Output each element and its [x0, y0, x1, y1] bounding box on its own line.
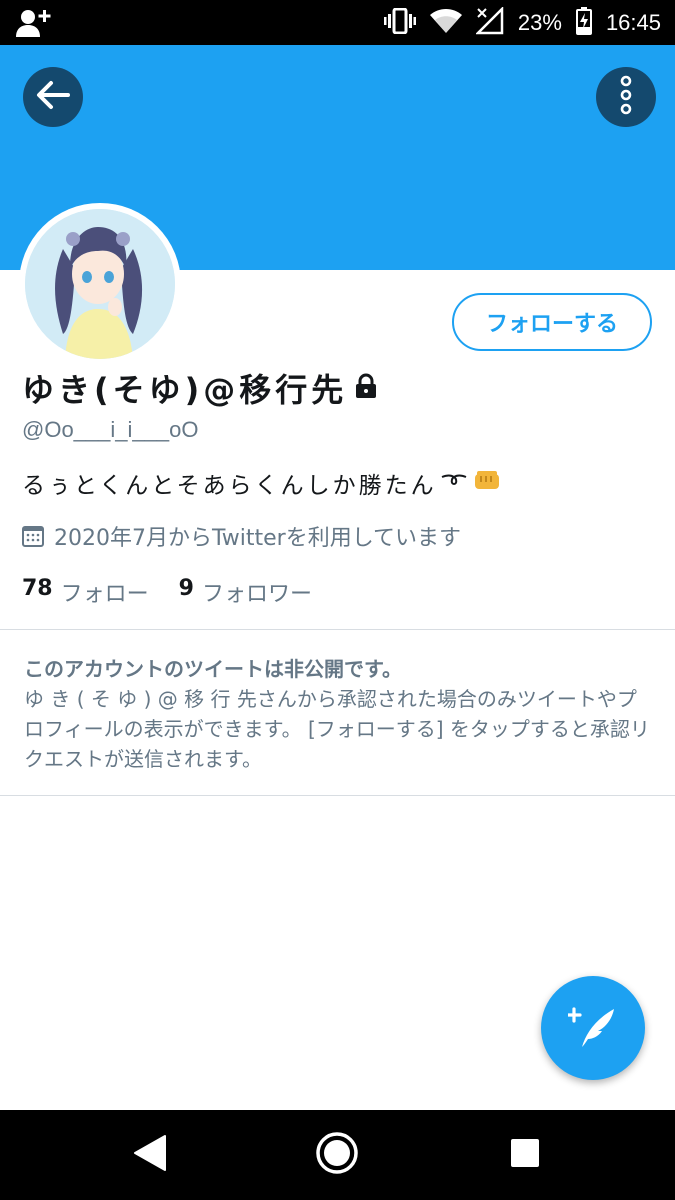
home-circle-icon: [315, 1131, 359, 1179]
private-notice-title: このアカウントのツイートは非公開です。: [24, 657, 402, 681]
back-button[interactable]: [23, 67, 83, 127]
clock: 16:45: [605, 9, 661, 35]
calendar-icon: [22, 526, 44, 547]
bio: るぅとくんとそあらくんしか勝たん: [22, 466, 501, 500]
compose-tweet-icon: [566, 1003, 618, 1053]
nav-recents-button[interactable]: [480, 1110, 570, 1200]
followers-link[interactable]: 9 フォロワー: [179, 576, 312, 608]
nav-home-button[interactable]: [292, 1110, 382, 1200]
battery-charging-icon: [575, 6, 592, 39]
display-name: ゆき(そゆ)@移行先: [22, 365, 379, 411]
vibrate-icon: [383, 7, 416, 38]
handle: @Oo___i_i___oO: [22, 417, 199, 442]
display-name-text: ゆき(そゆ)@移行先: [22, 371, 348, 409]
recents-square-icon: [510, 1138, 540, 1172]
join-date-text: 2020年7月からTwitterを利用しています: [54, 526, 462, 551]
followers-count: 9: [178, 576, 194, 601]
follow-button[interactable]: フォローする: [452, 293, 652, 351]
more-options-button[interactable]: [596, 67, 656, 127]
lock-icon: [353, 369, 379, 407]
more-vertical-icon: [619, 75, 633, 119]
navigation-bar: [0, 1110, 675, 1200]
follow-stats: 78 フォロー 9 フォロワー: [22, 576, 312, 608]
add-person-icon: [16, 8, 52, 42]
wifi-icon: [429, 8, 462, 38]
divider: [0, 629, 675, 630]
following-label: フォロー: [60, 582, 149, 607]
bio-text: るぅとくんとそあらくんしか勝たん: [22, 473, 437, 499]
curly-loop-icon: [441, 469, 467, 497]
divider: [0, 795, 675, 796]
no-signal-icon: [474, 5, 504, 39]
arrow-left-icon: [36, 80, 70, 114]
back-triangle-icon: [133, 1134, 167, 1176]
avatar[interactable]: [19, 203, 181, 365]
join-date: 2020年7月からTwitterを利用しています: [22, 520, 461, 552]
followers-label: フォロワー: [201, 582, 312, 607]
avatar-image: [25, 209, 175, 359]
fist-icon: [473, 468, 501, 498]
nav-back-button[interactable]: [105, 1110, 195, 1200]
private-account-notice: このアカウントのツイートは非公開です。 ゆ き ( そ ゆ ) @ 移 行 先さ…: [24, 654, 654, 774]
private-notice-body: ゆ き ( そ ゆ ) @ 移 行 先さんから承認された場合のみツイートやプロフ…: [24, 687, 650, 771]
battery-percent: 23%: [517, 9, 562, 35]
following-count: 78: [22, 576, 53, 601]
compose-tweet-button[interactable]: [541, 976, 645, 1080]
following-link[interactable]: 78 フォロー: [22, 576, 149, 608]
status-bar: 23% 16:45: [0, 0, 675, 45]
